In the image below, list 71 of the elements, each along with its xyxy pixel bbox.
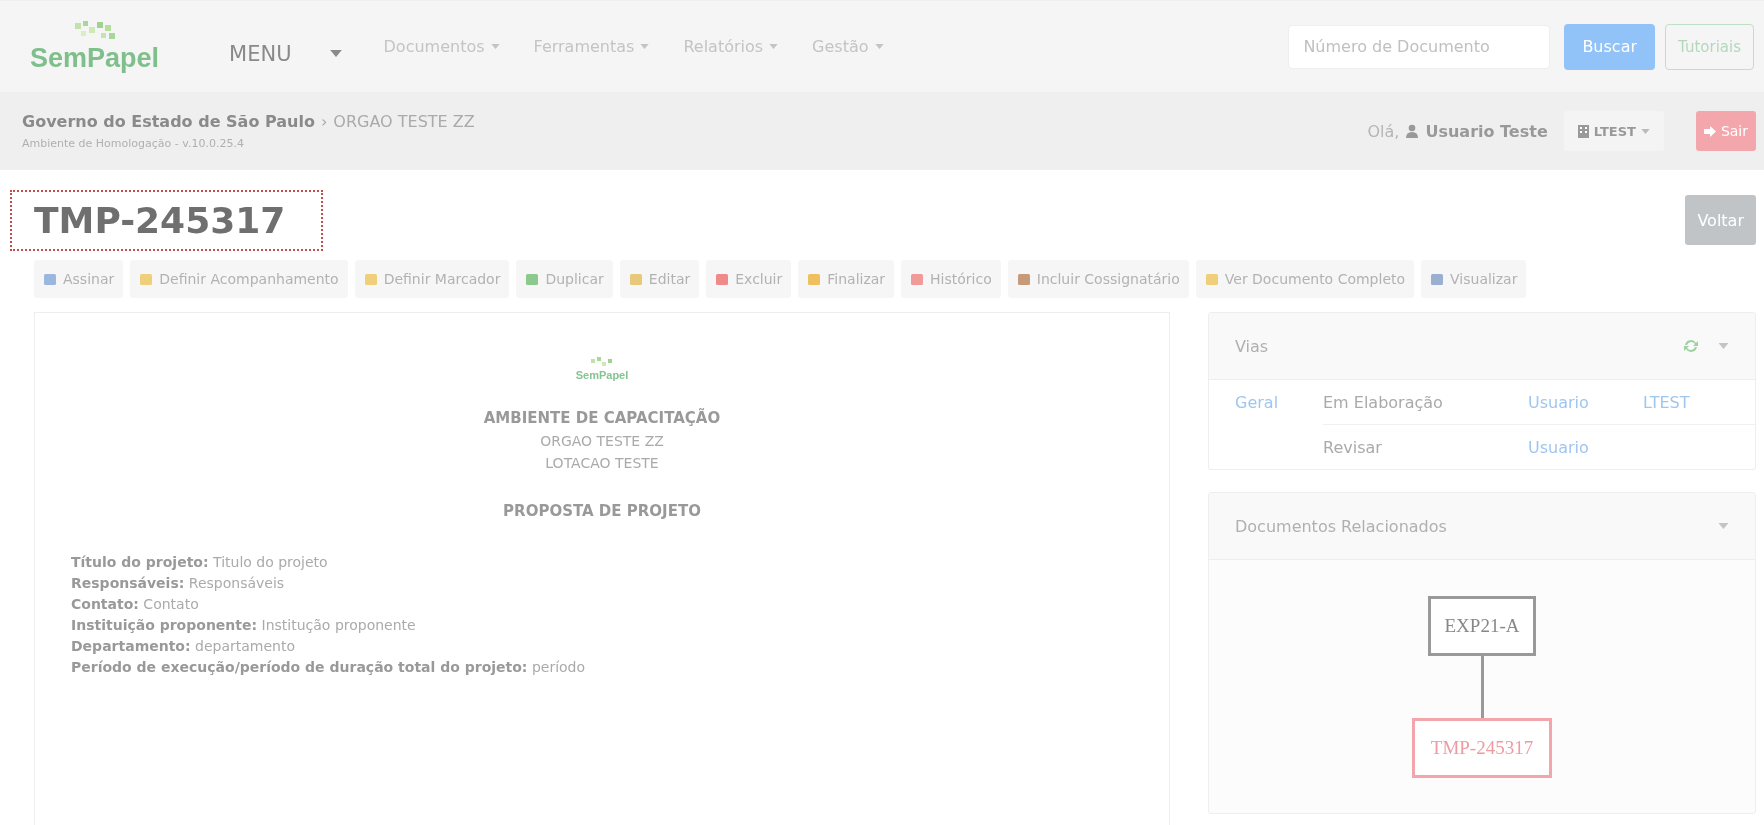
lotacao-link[interactable]: LTEST — [1643, 392, 1690, 412]
document-field: Período de execução/período de duração total do projeto: período — [71, 659, 1169, 675]
tile-icon — [525, 272, 541, 286]
document-subject: PROPOSTA DE PROJETO — [502, 502, 702, 520]
document-title: TMP-245317 — [12, 191, 322, 249]
action-button[interactable]: Definir Marcador — [354, 260, 510, 298]
logout-button[interactable]: Sair — [1695, 111, 1756, 151]
user-icon — [1405, 124, 1420, 138]
document-field: Departamento: departamento — [71, 638, 1169, 654]
caret-icon — [1640, 128, 1650, 134]
caret-icon — [640, 44, 650, 49]
tile-icon — [1016, 272, 1032, 286]
tile-icon — [1204, 272, 1220, 286]
search-button[interactable]: Buscar — [1564, 23, 1656, 70]
document-line: ORGAO TESTE ZZ — [539, 433, 665, 449]
panel-title: Vias — [1235, 336, 1269, 356]
tutorials-button[interactable]: Tutoriais — [1665, 23, 1754, 70]
building-icon — [1577, 124, 1589, 138]
action-button[interactable]: Incluir Cossignatário — [1007, 260, 1189, 298]
app-logo[interactable]: SemPapel — [30, 19, 160, 74]
lotacao-dropdown[interactable]: LTEST — [1563, 111, 1664, 151]
refresh-icon[interactable] — [1682, 338, 1700, 354]
user-name: Usuario Teste — [1425, 121, 1548, 141]
user-link[interactable]: Usuario — [1528, 392, 1589, 412]
user-link[interactable]: Usuario — [1528, 437, 1589, 457]
caret-icon — [874, 44, 884, 49]
panel-title: Documentos Relacionados — [1235, 516, 1447, 536]
tile-icon — [43, 272, 58, 286]
breadcrumb-separator: › — [320, 112, 328, 131]
document-field: Instituição proponente: Institução proponente — [71, 617, 1169, 633]
document-number-field[interactable]: Número de Documento — [1288, 24, 1551, 69]
action-button[interactable]: Histórico — [901, 260, 1001, 298]
organization-link[interactable]: Governo do Estado de São Paulo — [22, 112, 315, 131]
menu-dropdown[interactable]: MENU — [215, 33, 356, 74]
action-button[interactable]: Ver Documento Completo — [1195, 260, 1415, 298]
action-button[interactable]: Excluir — [706, 260, 792, 298]
via-status: Revisar — [1323, 437, 1383, 457]
tile-icon — [363, 272, 379, 286]
unit-name: ORGAO TESTE ZZ — [333, 112, 475, 131]
via-link[interactable]: Geral — [1235, 392, 1279, 412]
action-button[interactable]: Assinar — [34, 260, 124, 298]
tile-icon — [807, 272, 823, 286]
back-button[interactable]: Voltar — [1685, 195, 1756, 245]
document-node[interactable]: TMP-245317 — [1411, 718, 1553, 778]
tile-icon — [715, 272, 731, 286]
tile-icon — [139, 272, 155, 286]
caret-icon[interactable] — [1718, 523, 1729, 529]
caret-icon — [490, 44, 500, 49]
document-node[interactable]: EXP21-A — [1427, 596, 1537, 656]
exit-arrow-icon — [1703, 125, 1717, 137]
via-status: Em Elaboração — [1323, 392, 1444, 412]
caret-icon — [769, 44, 779, 49]
action-button[interactable]: Editar — [619, 260, 700, 298]
document-field: Título do projeto: Titulo do projeto — [71, 554, 1169, 570]
connector-line — [1480, 656, 1484, 718]
tile-icon — [1430, 272, 1446, 286]
action-button[interactable]: Finalizar — [798, 260, 895, 298]
environment-version: Ambiente de Homologação - v.10.0.25.4 — [22, 137, 245, 150]
caret-icon — [329, 50, 342, 57]
action-button[interactable]: Duplicar — [516, 260, 613, 298]
document-logo: SemPapel — [575, 357, 629, 381]
action-button[interactable]: Visualizar — [1421, 260, 1527, 298]
document-line: LOTACAO TESTE — [544, 455, 660, 471]
action-button[interactable]: Definir Acompanhamento — [130, 260, 348, 298]
document-field: Contato: Contato — [71, 596, 1169, 612]
tile-icon — [628, 272, 644, 286]
caret-icon[interactable] — [1718, 343, 1729, 349]
greeting-text: Olá, — [1367, 121, 1400, 141]
document-field: Responsáveis: Responsáveis — [71, 575, 1169, 591]
tile-icon — [910, 272, 926, 286]
document-heading: AMBIENTE DE CAPACITAÇÃO — [482, 409, 722, 427]
